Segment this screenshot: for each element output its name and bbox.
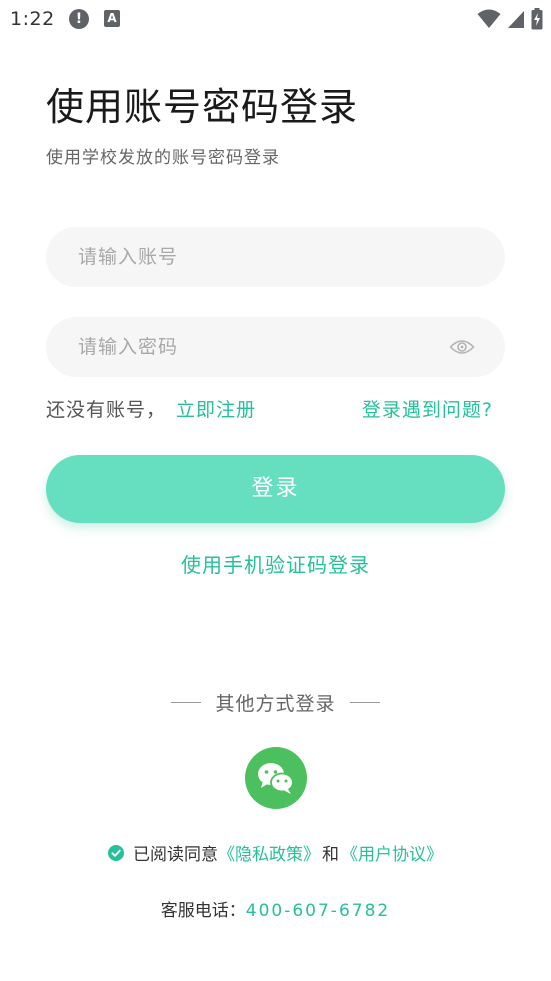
status-bar: 1:22 ! A	[0, 0, 551, 40]
customer-service: 客服电话：400-607-6782	[0, 896, 551, 921]
alert-icon: !	[69, 9, 89, 29]
account-input[interactable]	[78, 227, 438, 287]
battery-charging-icon	[531, 8, 543, 30]
service-label: 客服电话：	[160, 901, 246, 921]
agreement-and: 和	[322, 845, 339, 865]
login-problem-link[interactable]: 登录遇到问题?	[362, 395, 493, 422]
user-agreement-link[interactable]: 《用户协议》	[341, 840, 443, 865]
other-methods-label: 其他方式登录	[215, 693, 336, 715]
agreement-check-icon[interactable]	[108, 844, 124, 861]
status-time: 1:22	[10, 8, 55, 30]
agreement-row: 已阅读同意 《隐私政策》 和 《用户协议》	[0, 840, 551, 865]
privacy-policy-link[interactable]: 《隐私政策》	[218, 840, 320, 865]
other-methods-divider: 其他方式登录	[0, 689, 551, 716]
sms-login-link: 使用手机验证码登录	[0, 549, 551, 578]
password-field	[46, 317, 505, 377]
page-title: 使用账号密码登录	[46, 85, 359, 129]
divider-line-right	[349, 702, 380, 703]
password-input[interactable]	[78, 317, 438, 377]
login-button[interactable]: 登录	[46, 455, 505, 523]
wechat-icon	[258, 763, 294, 794]
no-account-text: 还没有账号，	[46, 399, 167, 421]
status-indicators	[477, 6, 543, 32]
divider-line-left	[171, 702, 202, 703]
page-subtitle: 使用学校发放的账号密码登录	[46, 148, 280, 168]
agreement-prefix: 已阅读同意	[133, 845, 218, 865]
wechat-login-button[interactable]	[245, 747, 307, 809]
eye-icon[interactable]	[449, 336, 475, 358]
register-link[interactable]: 立即注册	[176, 395, 256, 422]
service-phone-link[interactable]: 400-607-6782	[246, 901, 390, 921]
sms-login-label[interactable]: 使用手机验证码登录	[181, 553, 370, 577]
signal-icon	[508, 11, 524, 28]
wifi-icon	[477, 9, 501, 28]
a-badge-icon: A	[104, 10, 120, 27]
account-field	[46, 227, 505, 287]
